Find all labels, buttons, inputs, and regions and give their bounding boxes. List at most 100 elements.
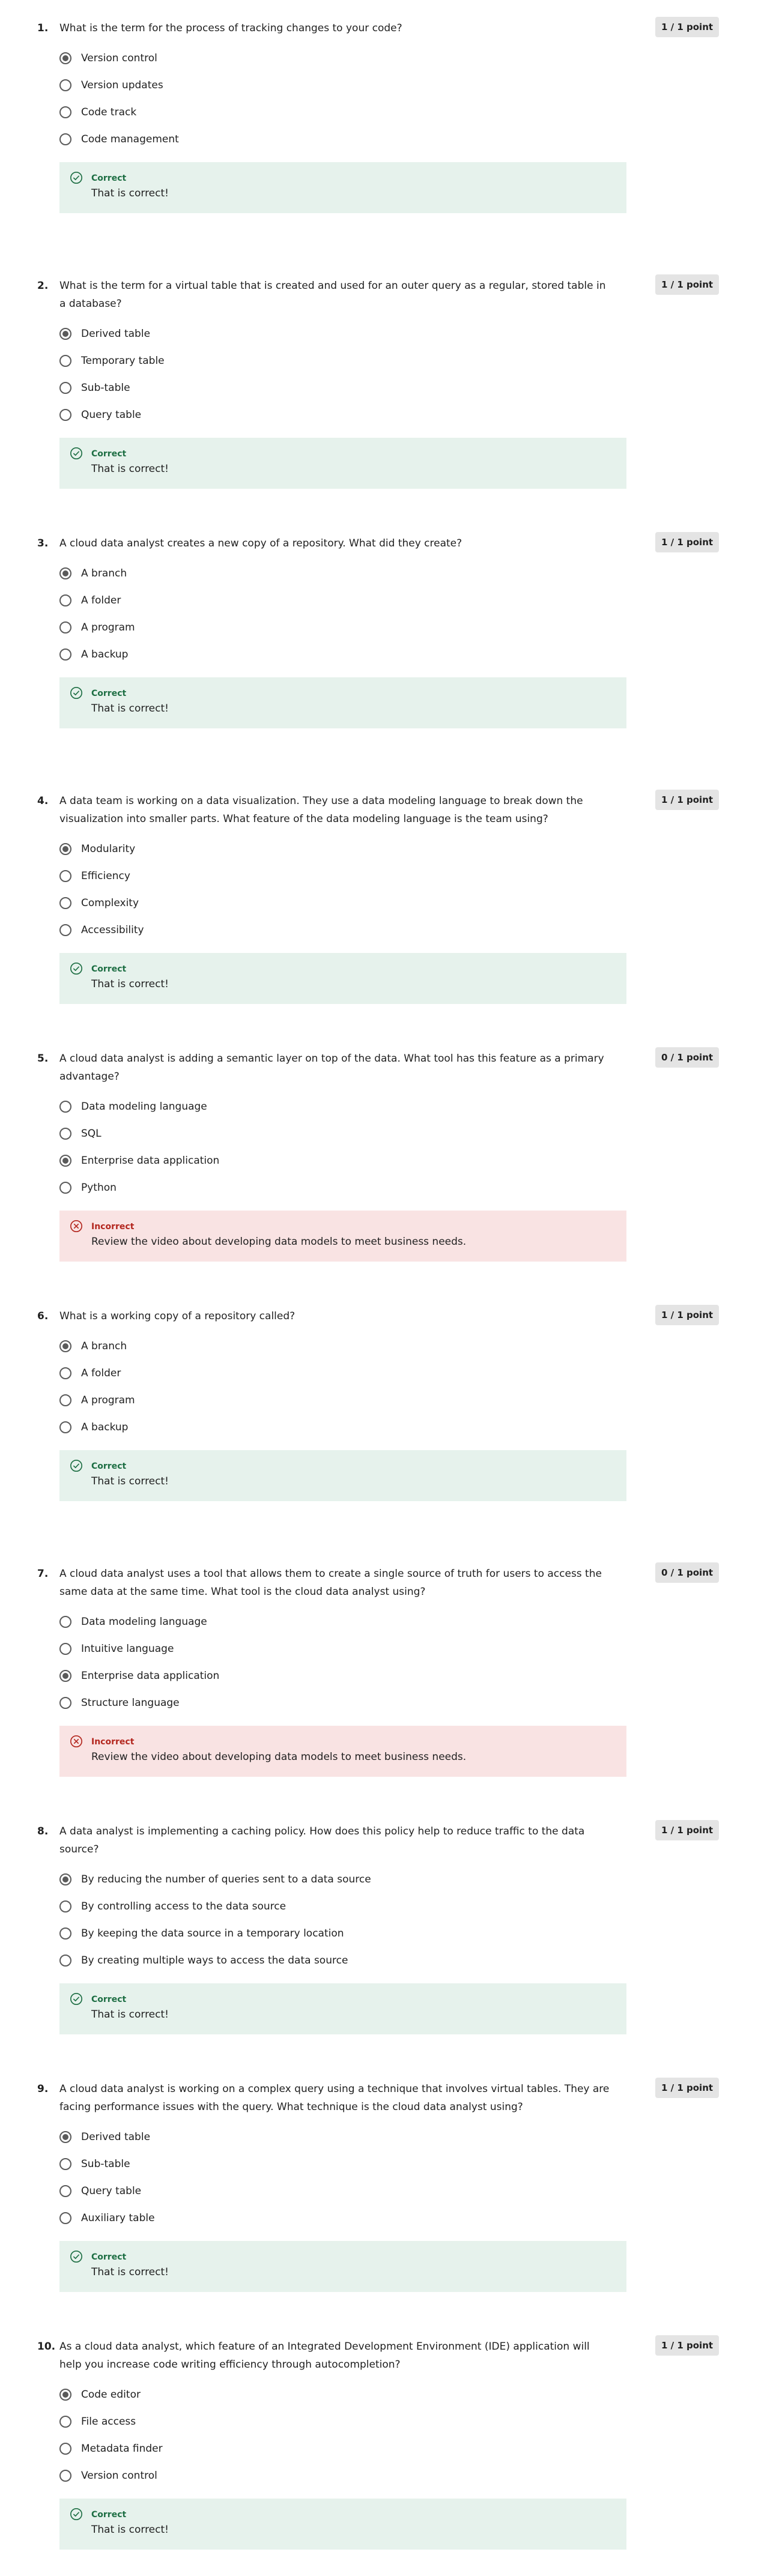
answer-option[interactable]: A branch — [59, 1332, 779, 1359]
answer-option[interactable]: Modularity — [59, 835, 779, 862]
radio-button[interactable] — [59, 2388, 71, 2401]
radio-button[interactable] — [59, 1154, 71, 1167]
radio-button[interactable] — [59, 2184, 71, 2197]
answer-option[interactable]: Enterprise data application — [59, 1147, 779, 1174]
answer-option[interactable]: Query table — [59, 2177, 779, 2204]
radio-button[interactable] — [59, 408, 71, 421]
answer-option[interactable]: Derived table — [59, 320, 779, 347]
radio-button[interactable] — [59, 1900, 71, 1912]
answer-option[interactable]: Code track — [59, 98, 779, 125]
radio-button[interactable] — [59, 1340, 71, 1352]
answer-option[interactable]: Sub-table — [59, 2150, 779, 2177]
answer-option[interactable]: Structure language — [59, 1689, 779, 1716]
radio-button[interactable] — [59, 2415, 71, 2428]
answer-option[interactable]: Python — [59, 1174, 779, 1201]
answer-option-label: Sub-table — [81, 381, 130, 394]
radio-button[interactable] — [59, 924, 71, 936]
answer-option[interactable]: A backup — [59, 1413, 779, 1441]
radio-button[interactable] — [59, 1642, 71, 1655]
answer-option[interactable]: Accessibility — [59, 916, 779, 943]
radio-button[interactable] — [59, 1954, 71, 1967]
check-circle-icon — [70, 2508, 83, 2521]
answer-option[interactable]: By controlling access to the data source — [59, 1893, 779, 1920]
answer-option[interactable]: Code management — [59, 125, 779, 153]
radio-button[interactable] — [59, 1421, 71, 1433]
radio-button[interactable] — [59, 896, 71, 909]
radio-button[interactable] — [59, 2130, 71, 2143]
radio-button[interactable] — [59, 354, 71, 367]
radio-button[interactable] — [59, 621, 71, 633]
answer-option-label: A folder — [81, 594, 121, 606]
radio-button[interactable] — [59, 106, 71, 118]
answer-option[interactable]: Efficiency — [59, 862, 779, 889]
radio-button[interactable] — [59, 842, 71, 855]
radio-button[interactable] — [59, 1669, 71, 1682]
radio-button[interactable] — [59, 1696, 71, 1709]
answer-option[interactable]: A branch — [59, 560, 779, 587]
answer-option[interactable]: Temporary table — [59, 347, 779, 374]
answer-options: Version control Version updates Code track… — [0, 44, 779, 153]
radio-button[interactable] — [59, 1127, 71, 1140]
radio-button[interactable] — [59, 2469, 71, 2482]
answer-option[interactable]: A program — [59, 1386, 779, 1413]
question-block: 8. A data analyst is implementing a cachi… — [0, 1803, 779, 2061]
answer-option[interactable]: By reducing the number of queries sent t… — [59, 1866, 779, 1893]
answer-option[interactable]: Intuitive language — [59, 1635, 779, 1662]
answer-option[interactable]: Sub-table — [59, 374, 779, 401]
radio-button[interactable] — [59, 327, 71, 340]
answer-option[interactable]: A backup — [59, 641, 779, 668]
answer-option[interactable]: A folder — [59, 1359, 779, 1386]
answer-option[interactable]: Auxiliary table — [59, 2204, 779, 2231]
answer-option-label: Query table — [81, 408, 142, 421]
radio-button[interactable] — [59, 2212, 71, 2224]
answer-option[interactable]: Query table — [59, 401, 779, 428]
radio-button[interactable] — [59, 869, 71, 882]
radio-button[interactable] — [59, 1927, 71, 1940]
answer-option-label: A program — [81, 621, 135, 633]
answer-option[interactable]: Metadata finder — [59, 2435, 779, 2462]
answer-options: Derived table Temporary table Sub-table Que… — [0, 320, 779, 428]
answer-option[interactable]: Version control — [59, 2462, 779, 2489]
radio-button[interactable] — [59, 567, 71, 579]
answer-option[interactable]: Enterprise data application — [59, 1662, 779, 1689]
answer-option[interactable]: Data modeling language — [59, 1093, 779, 1120]
answer-option[interactable]: Code editor — [59, 2381, 779, 2408]
radio-button[interactable] — [59, 381, 71, 394]
answer-option[interactable]: Version updates — [59, 71, 779, 98]
answer-option[interactable]: Complexity — [59, 889, 779, 916]
question-header: 2. What is the term for a virtual table t… — [0, 274, 779, 313]
radio-button[interactable] — [59, 594, 71, 606]
radio-button[interactable] — [59, 133, 71, 145]
answer-option[interactable]: A program — [59, 614, 779, 641]
radio-button[interactable] — [59, 2442, 71, 2455]
radio-button[interactable] — [59, 1100, 71, 1113]
radio-button[interactable] — [59, 52, 71, 64]
x-circle-icon — [70, 1735, 83, 1748]
feedback-status: Correct — [91, 964, 127, 974]
answer-option[interactable]: By creating multiple ways to access the … — [59, 1947, 779, 1974]
points-badge: 1 / 1 point — [655, 2078, 720, 2098]
answer-option[interactable]: SQL — [59, 1120, 779, 1147]
answer-option[interactable]: Version control — [59, 44, 779, 71]
question-text: What is the term for the process of trac… — [59, 22, 402, 34]
radio-button[interactable] — [59, 1367, 71, 1379]
question-text: A data team is working on a data visuali… — [59, 795, 583, 825]
question-block: 1. What is the term for the process of tr… — [0, 0, 779, 258]
answer-option[interactable]: A folder — [59, 587, 779, 614]
answer-option-label: A backup — [81, 648, 129, 661]
radio-button[interactable] — [59, 648, 71, 661]
radio-button[interactable] — [59, 1181, 71, 1194]
question-number: 4. — [37, 795, 49, 807]
radio-button[interactable] — [59, 79, 71, 91]
radio-button[interactable] — [59, 1394, 71, 1406]
question-text: A cloud data analyst creates a new copy … — [59, 537, 462, 549]
question-text: A cloud data analyst uses a tool that al… — [59, 1568, 602, 1598]
answer-option[interactable]: By keeping the data source in a temporar… — [59, 1920, 779, 1947]
answer-option[interactable]: File access — [59, 2408, 779, 2435]
answer-option[interactable]: Derived table — [59, 2123, 779, 2150]
answer-options: Data modeling language Intuitive language… — [0, 1608, 779, 1716]
radio-button[interactable] — [59, 1873, 71, 1885]
radio-button[interactable] — [59, 2157, 71, 2170]
answer-option[interactable]: Data modeling language — [59, 1608, 779, 1635]
radio-button[interactable] — [59, 1615, 71, 1628]
